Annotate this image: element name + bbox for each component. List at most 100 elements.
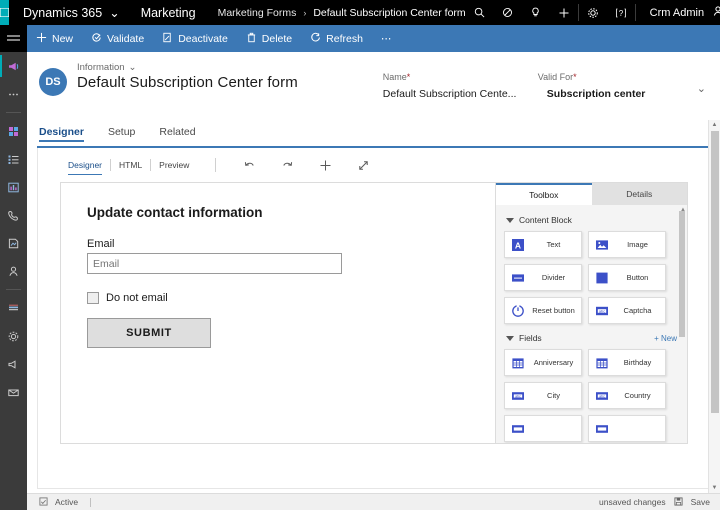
sidebar-item-contacts[interactable] <box>0 257 27 285</box>
expand-icon[interactable] <box>344 159 382 172</box>
add-icon <box>36 32 47 45</box>
tile-text[interactable]: A Text <box>504 231 582 258</box>
add-icon[interactable] <box>306 159 344 172</box>
group-header-fields[interactable]: Fields + New <box>506 333 677 343</box>
sidebar-item-megaphone[interactable] <box>0 52 27 80</box>
tile-city[interactable]: abc City <box>504 382 582 409</box>
hamburger-icon[interactable] <box>0 25 27 52</box>
svg-text:abc: abc <box>599 308 605 313</box>
page-scrollbar-thumb[interactable] <box>711 131 719 413</box>
svg-text:A: A <box>515 240 521 250</box>
add-icon[interactable] <box>550 0 578 25</box>
do-not-email-checkbox[interactable] <box>87 292 99 304</box>
tab-setup[interactable]: Setup <box>108 126 135 142</box>
scroll-down-arrow-icon[interactable]: ▼ <box>709 483 720 493</box>
group-new-link[interactable]: + New <box>654 334 677 343</box>
sidebar-item-forms[interactable] <box>0 294 27 322</box>
new-button[interactable]: New <box>27 25 82 52</box>
sidebar-item-email[interactable] <box>0 378 27 406</box>
status-left: Active <box>27 497 91 508</box>
tile-partial-left[interactable] <box>504 415 582 442</box>
tab-details[interactable]: Details <box>592 183 688 205</box>
sidebar-item-activity[interactable] <box>0 229 27 257</box>
breadcrumb: Marketing Forms › Default Subscription C… <box>208 7 466 19</box>
validate-button[interactable]: Validate <box>82 25 153 52</box>
textfield-icon <box>589 422 615 436</box>
settings-gear-icon[interactable] <box>579 0 607 25</box>
save-icon[interactable] <box>674 497 683 508</box>
sidebar-item-recent[interactable] <box>0 80 27 108</box>
toolbox-scrollbar-thumb[interactable] <box>679 211 685 337</box>
tab-related[interactable]: Related <box>159 126 195 142</box>
validate-icon <box>91 32 102 45</box>
refresh-button[interactable]: Refresh <box>301 25 372 52</box>
sidebar-item-list[interactable] <box>0 145 27 173</box>
group-title: Content Block <box>519 215 572 225</box>
designer-subtab-designer[interactable]: Designer <box>60 160 110 170</box>
page-title: Default Subscription Center form <box>77 74 298 91</box>
overflow-button-label: ⋯ <box>381 33 392 45</box>
unsaved-changes-label: unsaved changes <box>599 497 666 507</box>
search-icon[interactable] <box>466 0 494 25</box>
tile-label: Divider <box>531 273 581 282</box>
form-selector-label: Information <box>77 62 125 73</box>
sidebar-item-settings[interactable] <box>0 322 27 350</box>
validfor-field[interactable]: Valid For* Subscription center <box>538 72 693 114</box>
textfield-icon: abc <box>505 389 531 403</box>
tile-button[interactable]: Button <box>588 264 666 291</box>
toolbox-panel: Toolbox Details Content Block A Tex <box>496 182 688 444</box>
save-button[interactable]: Save <box>691 497 710 507</box>
brand-label[interactable]: Dynamics 365 ⌄ <box>9 5 129 20</box>
tab-designer[interactable]: Designer <box>39 126 84 142</box>
tile-divider[interactable]: Divider <box>504 264 582 291</box>
help-icon[interactable]: ? <box>607 0 635 25</box>
do-not-email-row[interactable]: Do not email <box>87 292 495 304</box>
overflow-button[interactable]: ⋯ <box>372 25 401 52</box>
record-tabs: Designer Setup Related <box>27 114 720 142</box>
scroll-up-arrow-icon[interactable]: ▲ <box>709 120 720 130</box>
submit-button[interactable]: SUBMIT <box>87 318 211 348</box>
tile-captcha[interactable]: abc Captcha <box>588 297 666 324</box>
name-field[interactable]: Name* Default Subscription Cente... <box>383 72 538 114</box>
name-label-text: Name <box>383 72 407 82</box>
designer-subtab-preview[interactable]: Preview <box>151 160 197 170</box>
deactivate-button[interactable]: Deactivate <box>153 25 237 52</box>
form-canvas[interactable]: Update contact information Email Do not … <box>60 182 496 444</box>
tile-birthday[interactable]: Birthday <box>588 349 666 376</box>
lightbulb-icon[interactable] <box>522 0 550 25</box>
designer-body: Update contact information Email Do not … <box>38 182 709 444</box>
tile-partial-right[interactable] <box>588 415 666 442</box>
record-title-block: Information ⌄ Default Subscription Cente… <box>77 62 298 114</box>
page-scrollbar[interactable]: ▲ ▼ <box>708 120 720 493</box>
tab-toolbox[interactable]: Toolbox <box>496 183 592 205</box>
filter-icon[interactable] <box>494 0 522 25</box>
breadcrumb-parent[interactable]: Marketing Forms <box>218 7 297 19</box>
undo-icon[interactable] <box>230 159 268 172</box>
group-title: Fields <box>519 333 542 343</box>
email-input[interactable] <box>87 253 342 274</box>
delete-button[interactable]: Delete <box>237 25 301 52</box>
main-content: DS Information ⌄ Default Subscription Ce… <box>27 52 720 493</box>
sidebar-item-dashboard[interactable] <box>0 173 27 201</box>
name-field-value: Default Subscription Cente... <box>383 88 538 100</box>
breadcrumb-current: Default Subscription Center form <box>313 7 465 19</box>
tile-anniversary[interactable]: Anniversary <box>504 349 582 376</box>
group-header-content-block[interactable]: Content Block <box>506 215 677 225</box>
email-field-label: Email <box>87 238 495 250</box>
button-icon <box>589 271 615 285</box>
designer-subtab-html[interactable]: HTML <box>111 160 150 170</box>
form-selector[interactable]: Information ⌄ <box>77 62 298 73</box>
header-expand-chevron-icon[interactable]: ⌄ <box>693 72 706 114</box>
tile-reset-button[interactable]: Reset button <box>504 297 582 324</box>
sidebar-item-pinned[interactable] <box>0 117 27 145</box>
deactivate-icon <box>162 32 173 45</box>
redo-icon[interactable] <box>268 159 306 172</box>
tile-image[interactable]: Image <box>588 231 666 258</box>
waffle-icon[interactable] <box>0 0 9 25</box>
divider <box>6 289 21 290</box>
app-name-label[interactable]: Marketing <box>129 6 208 20</box>
user-menu[interactable]: Crm Admin <box>636 5 720 20</box>
sidebar-item-marketing[interactable] <box>0 350 27 378</box>
tile-country[interactable]: abc Country <box>588 382 666 409</box>
sidebar-item-phone[interactable] <box>0 201 27 229</box>
